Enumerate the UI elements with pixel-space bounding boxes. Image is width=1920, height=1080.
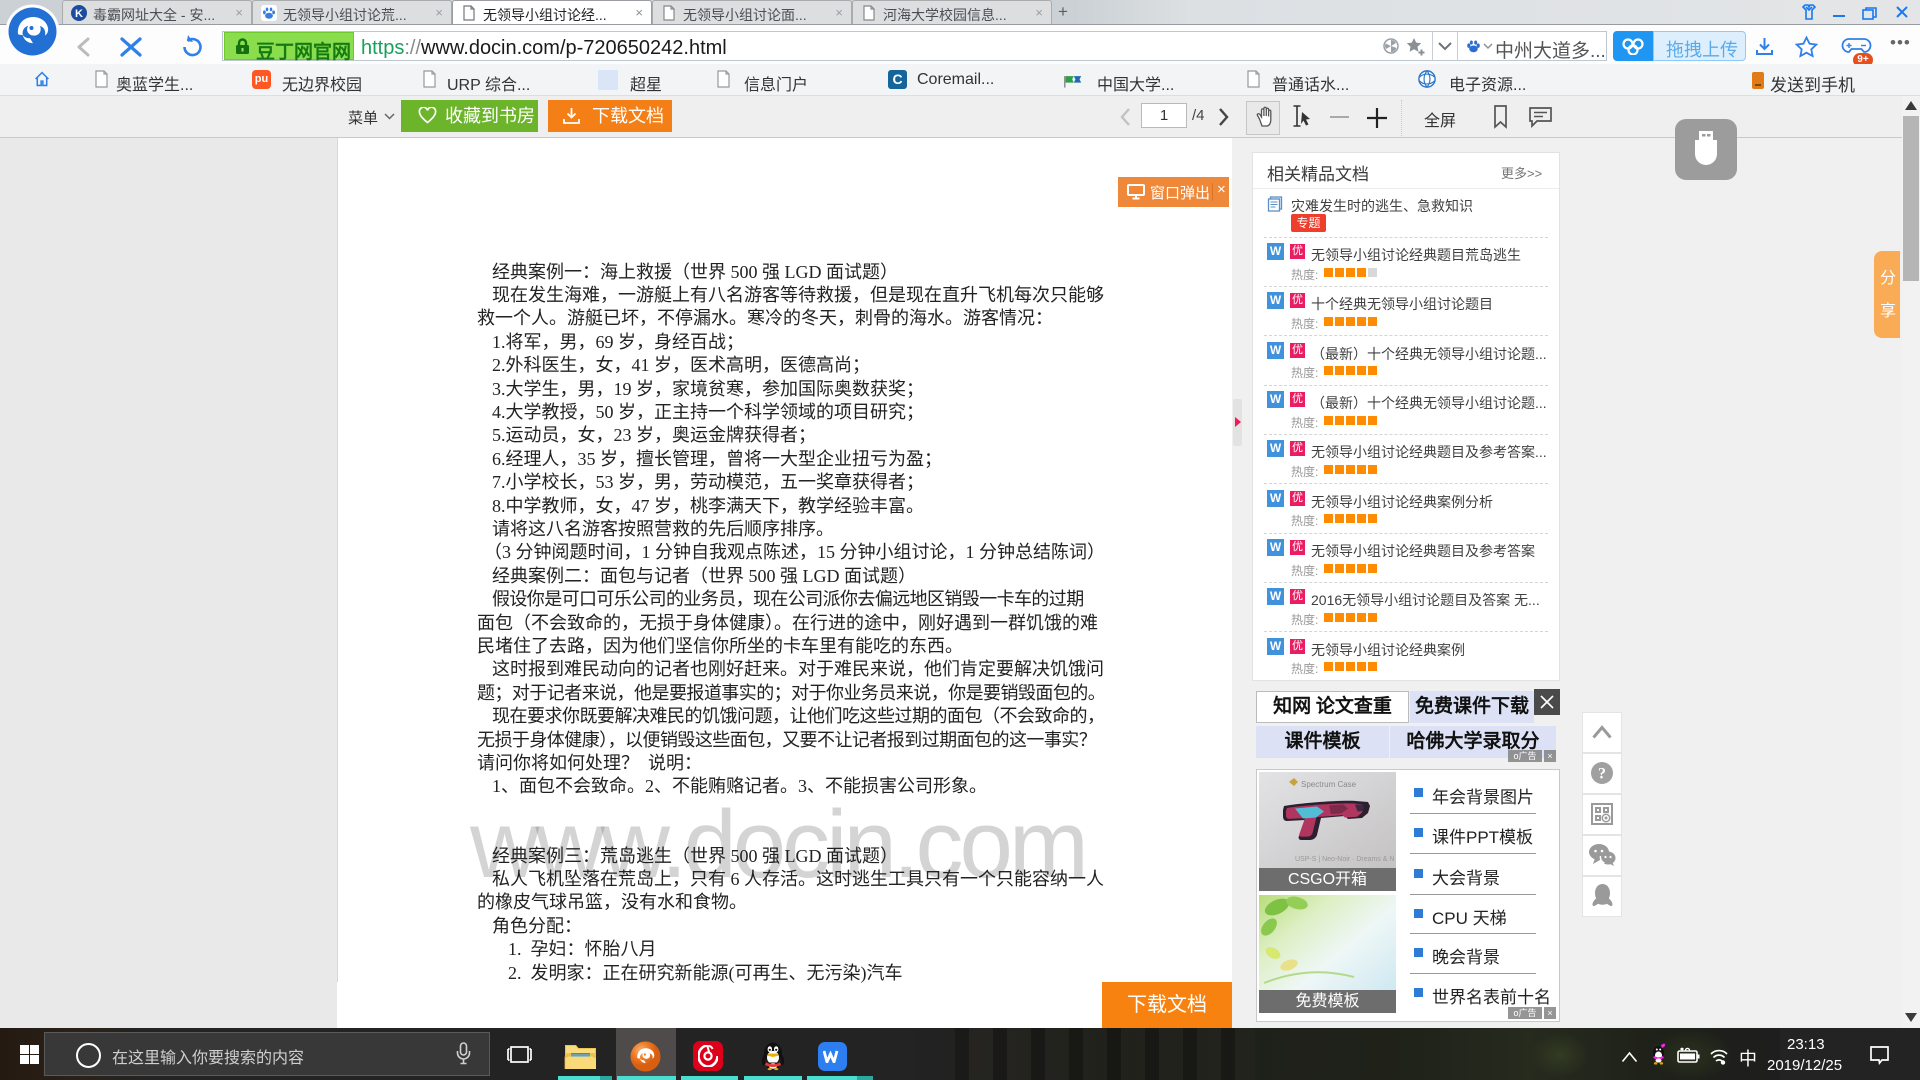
svg-text:?: ? [1598,766,1606,783]
svg-text:Spectrum Case: Spectrum Case [1301,780,1357,789]
svg-text:USP-S | Neo-Noir · Dreams & N: USP-S | Neo-Noir · Dreams & N [1295,856,1394,863]
svg-text:K: K [75,8,83,20]
